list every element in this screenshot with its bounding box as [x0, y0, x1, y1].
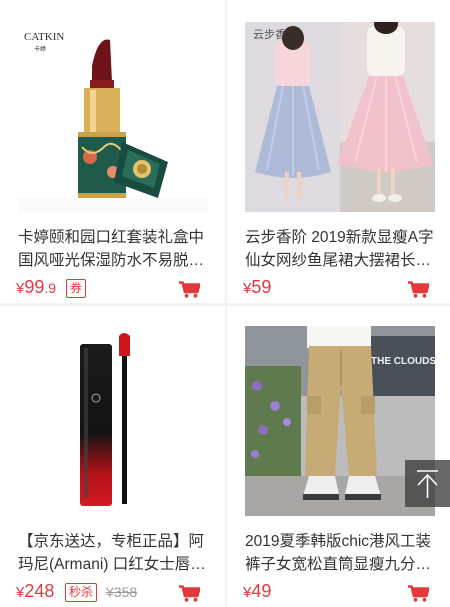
shopping-cart-icon[interactable] [179, 585, 200, 602]
product-title[interactable]: 【京东送达，专柜正品】阿玛尼(Armani) 口红女士唇釉 红管 [18, 530, 210, 576]
product-price: ¥248 [16, 580, 54, 604]
brand-logo-subtext: 卡婷 [34, 45, 46, 53]
tulle-skirt-image: 云步香阶 [245, 22, 435, 212]
product-grid: CATKIN 卡婷 卡婷颐和园口红套装礼盒中国风哑光保湿防水不易脱色 ¥99.9… [0, 0, 450, 607]
lipstick-gift-box-image: CATKIN 卡婷 [18, 22, 208, 212]
original-price: ¥358 [106, 584, 138, 600]
product-card-armani-lip[interactable]: 【京东送达，专柜正品】阿玛尼(Armani) 口红女士唇釉 红管 ¥248 秒杀… [0, 306, 225, 607]
shopping-cart-icon[interactable] [408, 281, 429, 298]
coupon-badge: 券 [66, 279, 87, 298]
price-integer: 99 [24, 277, 45, 297]
brand-logo-text: CATKIN [24, 31, 64, 43]
price-integer: 59 [251, 277, 272, 297]
product-image[interactable]: 云步香阶 [245, 22, 435, 212]
product-card-lipstick-set[interactable]: CATKIN 卡婷 卡婷颐和园口红套装礼盒中国风哑光保湿防水不易脱色 ¥99.9… [0, 0, 225, 303]
product-card-cargo-pants[interactable]: THE CLOUDS 2019夏季韩版chic港风工装裤子女宽松直筒显瘦九分学 … [227, 306, 450, 607]
product-title[interactable]: 2019夏季韩版chic港风工装裤子女宽松直筒显瘦九分学生休闲裤 [245, 530, 437, 576]
product-image[interactable] [18, 326, 208, 516]
product-price: ¥59 [243, 276, 271, 300]
shopping-cart-icon[interactable] [408, 585, 429, 602]
product-image[interactable]: CATKIN 卡婷 [18, 22, 208, 212]
back-to-top-button[interactable] [405, 460, 450, 507]
product-price: ¥49 [243, 580, 271, 604]
flash-sale-badge: 秒杀 [65, 583, 98, 602]
price-decimal: .9 [44, 280, 57, 296]
product-price: ¥99.9 [16, 276, 56, 300]
shopping-cart-icon[interactable] [179, 281, 200, 298]
price-integer: 49 [251, 581, 272, 601]
price-integer: 248 [24, 581, 55, 601]
arrow-up-icon [417, 470, 438, 498]
lip-gloss-image [18, 326, 208, 516]
product-card-tulle-skirt[interactable]: 云步香阶 云步香阶 2019新款显瘦A字仙女网纱鱼尾裙大摆裙长纱裙半身裙 [227, 0, 450, 303]
product-title[interactable]: 卡婷颐和园口红套装礼盒中国风哑光保湿防水不易脱色小众品牌 [18, 226, 210, 272]
product-title[interactable]: 云步香阶 2019新款显瘦A字仙女网纱鱼尾裙大摆裙长纱裙半身裙 [245, 226, 437, 272]
wall-sign-text: THE CLOUDS [371, 356, 435, 367]
